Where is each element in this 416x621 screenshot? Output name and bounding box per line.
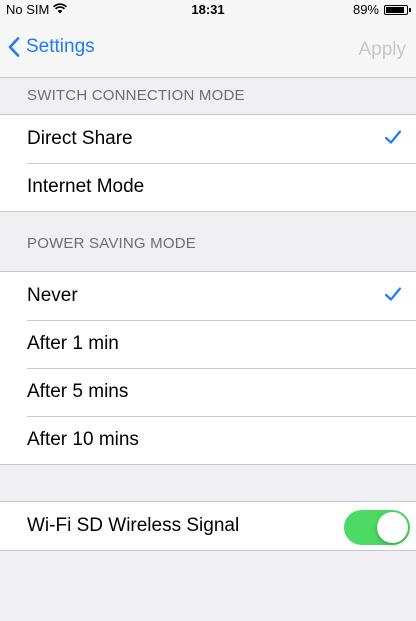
- option-label: After 10 mins: [27, 429, 139, 450]
- back-button[interactable]: Settings: [8, 36, 95, 58]
- navigation-bar: Settings Apply: [0, 20, 416, 78]
- back-button-label: Settings: [26, 36, 95, 57]
- wifi-signal-label: Wi-Fi SD Wireless Signal: [27, 515, 240, 536]
- option-label: After 5 mins: [27, 381, 129, 402]
- status-bar: No SIM 18:31 89%: [0, 0, 416, 20]
- apply-button[interactable]: Apply: [358, 39, 406, 61]
- option-after-10-mins[interactable]: After 10 mins: [0, 416, 416, 464]
- battery-tip: [409, 7, 411, 12]
- section-header-label: POWER SAVING MODE: [27, 235, 196, 252]
- wifi-signal-row: Wi-Fi SD Wireless Signal: [0, 502, 416, 550]
- option-label: Direct Share: [27, 128, 133, 149]
- option-after-1-min[interactable]: After 1 min: [0, 320, 416, 368]
- section-header-connection-mode: SWITCH CONNECTION MODE: [0, 78, 416, 114]
- power-saving-group: Never After 1 min After 5 mins After 10 …: [0, 271, 416, 465]
- option-label: After 1 min: [27, 333, 119, 354]
- battery-icon: [384, 4, 411, 15]
- option-label: Never: [27, 285, 78, 306]
- option-after-5-mins[interactable]: After 5 mins: [0, 368, 416, 416]
- wifi-signal-toggle[interactable]: [344, 510, 410, 545]
- battery-fill: [386, 6, 404, 13]
- option-label: Internet Mode: [27, 176, 145, 197]
- chevron-left-icon: [8, 37, 20, 57]
- option-direct-share[interactable]: Direct Share: [0, 115, 416, 163]
- checkmark-icon: [384, 287, 402, 301]
- battery-percent: 89%: [352, 2, 379, 17]
- section-header-power-saving: POWER SAVING MODE: [0, 226, 416, 262]
- section-header-label: SWITCH CONNECTION MODE: [27, 87, 245, 104]
- option-internet-mode[interactable]: Internet Mode: [0, 163, 416, 211]
- wifi-signal-group: Wi-Fi SD Wireless Signal: [0, 501, 416, 551]
- option-never[interactable]: Never: [0, 272, 416, 320]
- checkmark-icon: [384, 130, 402, 144]
- connection-mode-group: Direct Share Internet Mode: [0, 114, 416, 212]
- toggle-knob: [377, 512, 408, 543]
- status-right: 89%: [352, 2, 411, 17]
